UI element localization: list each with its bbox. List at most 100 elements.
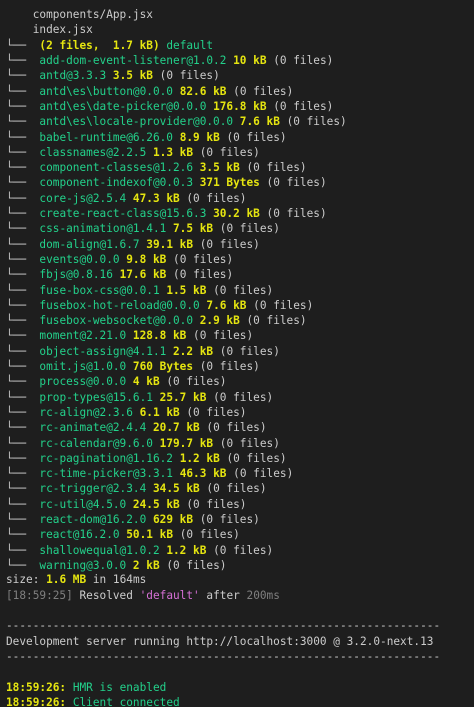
module-line: └── antd@3.3.3 3.5 kB (0 files) [6, 69, 220, 83]
module-file-count: (0 files) [166, 375, 227, 389]
module-file-count: (0 files) [186, 405, 247, 419]
module-name: fbjs@0.8.16 [39, 268, 113, 282]
module-size: 7.6 kB [239, 115, 280, 129]
module-line: └── rc-util@4.5.0 24.5 kB (0 files) [6, 497, 247, 511]
log-line-client: 18:59:26: Client connected [6, 696, 180, 707]
module-file-count: (0 files) [206, 421, 267, 435]
header-file-line: index.jsx [32, 23, 93, 36]
module-file-count: (0 files) [266, 176, 327, 190]
resolved-line: [18:59:25] Resolved 'default' after 200m… [6, 589, 280, 602]
module-size: 2.2 kB [173, 344, 214, 358]
module-name: babel-runtime@6.26.0 [39, 130, 173, 144]
module-size: 50.1 kB [126, 528, 174, 542]
module-name: antd\es\button@0.0.0 [39, 84, 173, 98]
module-name: object-assign@4.1.1 [39, 344, 167, 358]
module-line: └── rc-calendar@9.6.0 179.7 kB (0 files) [6, 436, 280, 450]
module-size: 371 Bytes [199, 176, 260, 190]
module-size: 46.3 kB [179, 467, 227, 481]
module-file-count: (0 files) [213, 283, 274, 297]
module-size: 1.5 kB [166, 283, 207, 297]
module-file-count: (0 files) [286, 115, 347, 129]
module-name: fusebox-websocket@0.0.0 [39, 314, 194, 328]
module-name: warning@3.0.0 [39, 558, 127, 572]
module-file-count: (0 files) [273, 99, 334, 113]
module-name: react-dom@16.2.0 [39, 513, 147, 526]
module-name: prop-types@15.6.1 [39, 390, 153, 404]
module-line: └── antd\es\locale-provider@0.0.0 7.6 kB… [6, 115, 347, 129]
module-line: └── rc-trigger@2.3.4 34.5 kB (0 files) [6, 482, 267, 496]
module-file-count: (0 files) [273, 54, 334, 67]
module-file-count: (0 files) [233, 467, 294, 481]
module-size: 3.5 kB [112, 69, 153, 83]
module-file-count: (0 files) [186, 191, 247, 205]
module-file-count: (0 files) [199, 237, 260, 251]
header-file-line: components/App.jsx [32, 8, 153, 21]
module-file-count: (0 files) [213, 390, 274, 404]
module-size: 2 kB [132, 558, 160, 572]
module-name: fusebox-hot-reload@0.0.0 [39, 298, 200, 312]
separator-top: ----------------------------------------… [6, 619, 441, 632]
module-name: rc-align@2.3.6 [39, 405, 133, 419]
module-name: antd@3.3.3 [39, 69, 107, 83]
module-file-count: (0 files) [213, 543, 274, 557]
module-file-count: (0 files) [233, 84, 294, 98]
module-line: └── create-react-class@15.6.3 30.2 kB (0… [6, 207, 327, 220]
module-file-count: (0 files) [206, 482, 267, 496]
module-size: 629 kB [152, 513, 194, 526]
module-size: 179.7 kB [159, 436, 214, 450]
module-file-count: (0 files) [173, 268, 234, 282]
module-name: antd\es\locale-provider@0.0.0 [39, 115, 234, 129]
module-line: └── omit.js@1.0.0 760 Bytes (0 files) [6, 360, 260, 373]
module-file-count: (0 files) [226, 451, 287, 465]
module-size: 82.6 kB [179, 84, 227, 98]
module-file-count: (0 files) [219, 344, 280, 358]
module-name: omit.js@1.0.0 [39, 360, 127, 373]
module-line: └── fusebox-websocket@0.0.0 2.9 kB (0 fi… [6, 314, 307, 328]
module-name: classnames@2.2.5 [39, 145, 147, 159]
module-file-count: (0 files) [166, 558, 227, 572]
module-size: 30.2 kB [213, 207, 260, 220]
module-size: 34.5 kB [152, 482, 200, 496]
module-file-count: (0 files) [179, 528, 240, 542]
module-file-count: (0 files) [173, 252, 234, 266]
module-size: 3.5 kB [199, 161, 240, 175]
module-line: └── react@16.2.0 50.1 kB (0 files) [6, 528, 240, 542]
module-line: └── object-assign@4.1.1 2.2 kB (0 files) [6, 344, 280, 358]
module-line: └── antd\es\date-picker@0.0.0 176.8 kB (… [6, 99, 334, 113]
module-size: 10 kB [233, 54, 267, 67]
module-size: 1.2 kB [166, 543, 207, 557]
module-size: 2.9 kB [199, 314, 240, 328]
module-size: 24.5 kB [132, 497, 180, 511]
module-file-count: (0 files) [253, 298, 314, 312]
module-size: 9.8 kB [126, 252, 167, 266]
module-size: 17.6 kB [119, 268, 167, 282]
module-size: 25.7 kB [159, 390, 207, 404]
module-size: 39.1 kB [146, 237, 194, 251]
module-line: └── events@0.0.0 9.8 kB (0 files) [6, 252, 234, 266]
module-name: component-indexof@0.0.3 [39, 176, 194, 190]
module-size: 20.7 kB [152, 421, 200, 435]
module-line: └── css-animation@1.4.1 7.5 kB (0 files) [6, 222, 280, 236]
module-line: └── fuse-box-css@0.0.1 1.5 kB (0 files) [6, 283, 274, 297]
module-size: 760 Bytes [132, 360, 194, 373]
module-line: └── react-dom@16.2.0 629 kB (0 files) [6, 513, 260, 526]
module-size: 7.6 kB [206, 298, 247, 312]
terminal-output[interactable]: components/App.jsx index.jsx └── (2 file… [0, 0, 474, 707]
module-file-count: (0 files) [219, 436, 280, 450]
module-line: └── prop-types@15.6.1 25.7 kB (0 files) [6, 390, 274, 404]
module-size: 176.8 kB [213, 99, 267, 113]
module-name: css-animation@1.4.1 [39, 222, 167, 236]
module-name: core-js@2.5.4 [39, 191, 127, 205]
module-line: └── rc-pagination@1.16.2 1.2 kB (0 files… [6, 451, 287, 465]
module-line: └── antd\es\button@0.0.0 82.6 kB (0 file… [6, 84, 294, 98]
total-size-line: size: 1.6 MB in 164ms [6, 573, 147, 586]
module-name: rc-util@4.5.0 [39, 497, 127, 511]
module-name: process@0.0.0 [39, 375, 127, 389]
module-name: rc-time-picker@3.3.1 [39, 467, 173, 481]
module-file-count: (0 files) [193, 329, 254, 343]
module-name: moment@2.21.0 [39, 329, 127, 343]
module-file-count: (0 files) [246, 314, 307, 328]
module-name: rc-calendar@9.6.0 [39, 436, 153, 450]
module-line: └── component-indexof@0.0.3 371 Bytes (0… [6, 176, 327, 190]
module-size: 7.5 kB [173, 222, 214, 236]
